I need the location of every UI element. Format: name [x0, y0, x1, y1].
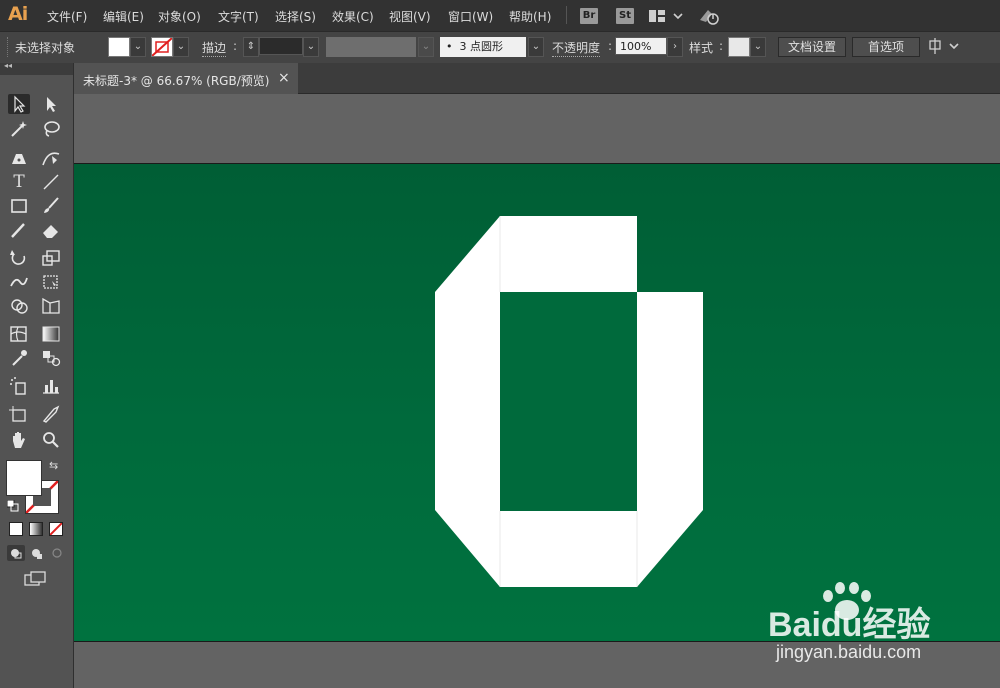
watermark-brand: Baidu经验 — [768, 606, 931, 644]
watermark-url: jingyan.baidu.com — [776, 642, 922, 662]
letter-o-counter — [500, 292, 637, 511]
